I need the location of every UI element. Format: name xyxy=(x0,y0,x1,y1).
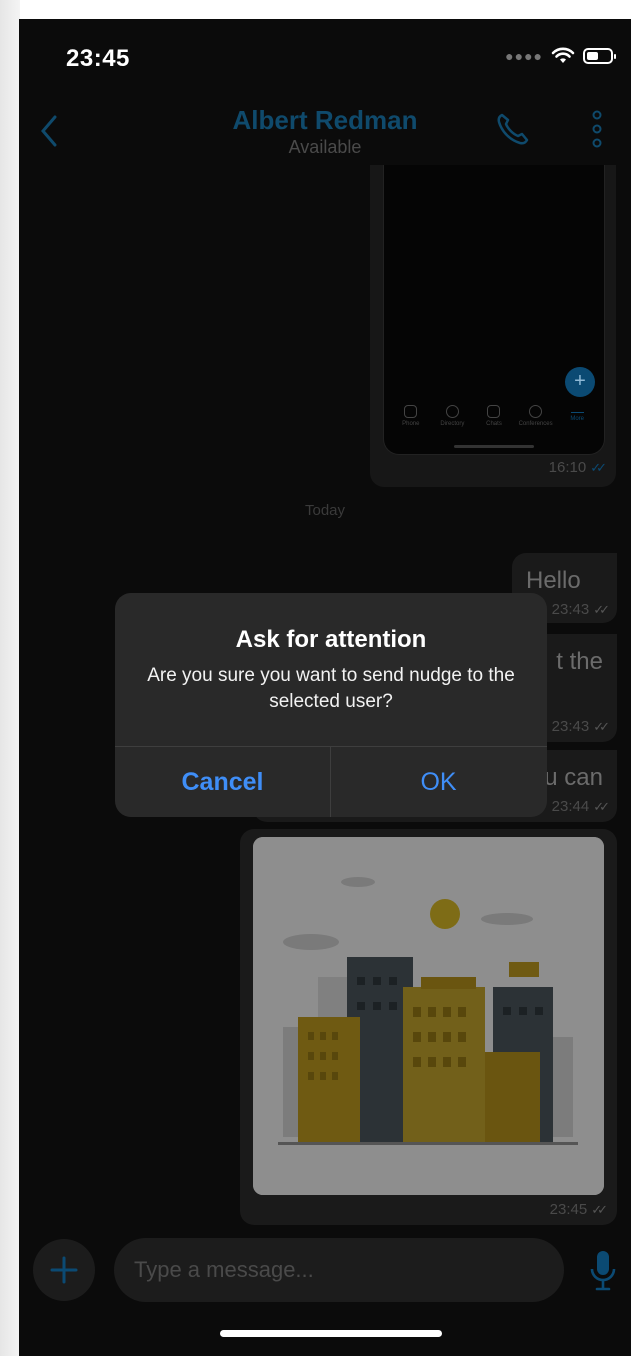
double-check-icon: ✓✓ xyxy=(590,459,607,475)
cancel-button[interactable]: Cancel xyxy=(115,747,330,817)
mini-tab: More xyxy=(557,405,597,427)
image-message[interactable]: 23:45 ✓✓ xyxy=(240,829,617,1225)
message-time: 23:45 ✓✓ xyxy=(549,1201,608,1218)
dialog-title: Ask for attention xyxy=(235,626,427,653)
ok-button[interactable]: OK xyxy=(331,747,546,817)
directory-icon xyxy=(445,405,459,418)
conference-icon xyxy=(529,405,543,418)
double-check-icon: ✓✓ xyxy=(593,601,610,617)
mini-tab: Directory xyxy=(432,405,472,427)
mini-tab: Chats xyxy=(474,405,514,427)
arrow-right-icon xyxy=(570,405,584,413)
double-check-icon: ✓✓ xyxy=(591,1201,608,1217)
microphone-icon[interactable] xyxy=(589,1249,617,1295)
message-time: 16:10 ✓✓ xyxy=(548,459,607,476)
double-check-icon: ✓✓ xyxy=(593,798,610,814)
message-input[interactable] xyxy=(114,1238,564,1302)
status-indicators: ●●●● xyxy=(505,47,616,65)
dialog-message: Are you sure you want to send nudge to t… xyxy=(147,665,515,712)
screenshot-message[interactable]: + Phone Directory Chats Conferences More… xyxy=(370,165,616,487)
message-composer xyxy=(19,1235,631,1305)
mini-tab: Conferences xyxy=(516,405,556,427)
message-time: 23:44 ✓✓ xyxy=(551,798,610,815)
mini-plus-icon: + xyxy=(565,367,595,397)
phone-icon[interactable] xyxy=(493,109,533,149)
battery-icon xyxy=(583,48,616,64)
message-text: Hello xyxy=(526,567,581,594)
phone-screen: 23:45 ●●●● Albert Redman Available + Pho… xyxy=(19,19,631,1356)
chat-icon xyxy=(487,405,501,418)
double-check-icon: ✓✓ xyxy=(593,718,610,734)
message-text: u can xyxy=(544,764,603,791)
page-edge-shadow xyxy=(0,0,20,1356)
nudge-alert-dialog: Ask for attention Are you sure you want … xyxy=(115,593,547,817)
status-time: 23:45 xyxy=(66,45,130,72)
mini-tab: Phone xyxy=(391,405,431,427)
city-buildings-image xyxy=(253,837,604,1195)
attach-button[interactable] xyxy=(33,1239,95,1301)
grid-icon xyxy=(404,405,418,418)
plus-icon xyxy=(50,1256,78,1284)
chat-header: Albert Redman Available xyxy=(19,99,631,165)
signal-icon: ●●●● xyxy=(505,48,543,64)
message-time: 23:43 ✓✓ xyxy=(551,718,610,735)
screenshot-preview: + Phone Directory Chats Conferences More xyxy=(383,165,605,455)
home-indicator xyxy=(220,1330,442,1337)
contact-status: Available xyxy=(288,137,362,157)
message-time: 23:43 ✓✓ xyxy=(551,601,610,618)
city-illustration[interactable] xyxy=(253,837,604,1195)
contact-name[interactable]: Albert Redman xyxy=(19,105,631,136)
more-vertical-icon[interactable] xyxy=(589,109,605,149)
date-separator: Today xyxy=(304,502,346,519)
mini-home-indicator xyxy=(454,445,534,448)
message-text: t the xyxy=(556,648,603,675)
mini-tab-bar: Phone Directory Chats Conferences More xyxy=(384,405,604,427)
wifi-icon xyxy=(551,47,575,63)
